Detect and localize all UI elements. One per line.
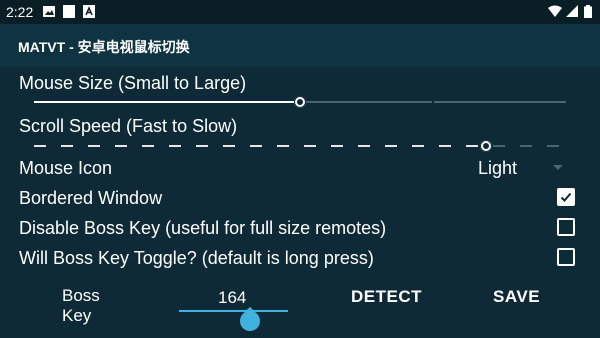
bordered-window-checkbox[interactable] <box>557 188 575 206</box>
input-underline <box>179 310 288 312</box>
seekbar-tick <box>466 145 478 147</box>
detect-button[interactable]: DETECT <box>351 287 422 307</box>
seekbar-segment <box>434 101 566 103</box>
disable-boss-key-checkbox[interactable] <box>557 218 575 236</box>
mouse-size-label: Mouse Size (Small to Large) <box>19 73 247 93</box>
disable-boss-key-label: Disable Boss Key (useful for full size r… <box>19 218 387 238</box>
seekbar-tick <box>493 145 505 147</box>
seekbar-thumb[interactable] <box>294 96 306 108</box>
seekbar-tick <box>520 145 532 147</box>
keycode-value: 164 <box>218 288 247 307</box>
scroll-speed-label: Scroll Speed (Fast to Slow) <box>19 116 238 136</box>
seekbar-segment <box>300 101 432 103</box>
app-title: MATVT - 安卓电视鼠标切换 <box>18 39 190 55</box>
settings-panel: Mouse Size (Small to Large) Scroll Speed… <box>0 67 600 338</box>
bordered-window-label: Bordered Window <box>19 188 163 208</box>
seekbar-tick <box>439 145 451 147</box>
seekbar-tick <box>412 145 424 147</box>
checkmark-icon <box>560 192 572 202</box>
seekbar-tick <box>304 145 316 147</box>
text-notification-icon <box>83 5 95 18</box>
boss-key-label: Boss Key <box>62 286 100 325</box>
square-notification-icon <box>63 5 75 18</box>
seekbar-tick <box>169 145 181 147</box>
seekbar-tick <box>223 145 235 147</box>
image-notification-icon <box>43 6 55 17</box>
seekbar-tick <box>115 145 127 147</box>
seekbar-tick <box>34 145 46 147</box>
dropdown-arrow-icon <box>553 165 563 170</box>
app-bar: MATVT - 安卓电视鼠标切换 <box>0 24 600 67</box>
seekbar-tick <box>547 145 559 147</box>
seekbar-tick <box>196 145 208 147</box>
mouse-icon-label: Mouse Icon <box>19 158 113 178</box>
seekbar-tick <box>277 145 289 147</box>
save-button[interactable]: SAVE <box>493 287 540 307</box>
battery-icon <box>584 5 592 18</box>
seekbar-tick <box>385 145 397 147</box>
seekbar-tick <box>88 145 100 147</box>
boss-key-toggle-label: Will Boss Key Toggle? (default is long p… <box>19 248 374 268</box>
boss-key-toggle-checkbox[interactable] <box>557 248 575 266</box>
seekbar-progress <box>34 101 299 103</box>
seekbar-tick <box>250 145 262 147</box>
mouse-icon-value: Light <box>478 158 518 178</box>
seekbar-tick <box>358 145 370 147</box>
seekbar-tick <box>142 145 154 147</box>
wifi-icon <box>548 5 562 17</box>
status-time: 2:22 <box>6 4 34 20</box>
status-bar: 2:22 <box>0 0 600 24</box>
seekbar-tick <box>61 145 73 147</box>
seekbar-tick <box>331 145 343 147</box>
signal-icon <box>566 5 578 17</box>
seekbar-thumb[interactable] <box>480 140 492 152</box>
